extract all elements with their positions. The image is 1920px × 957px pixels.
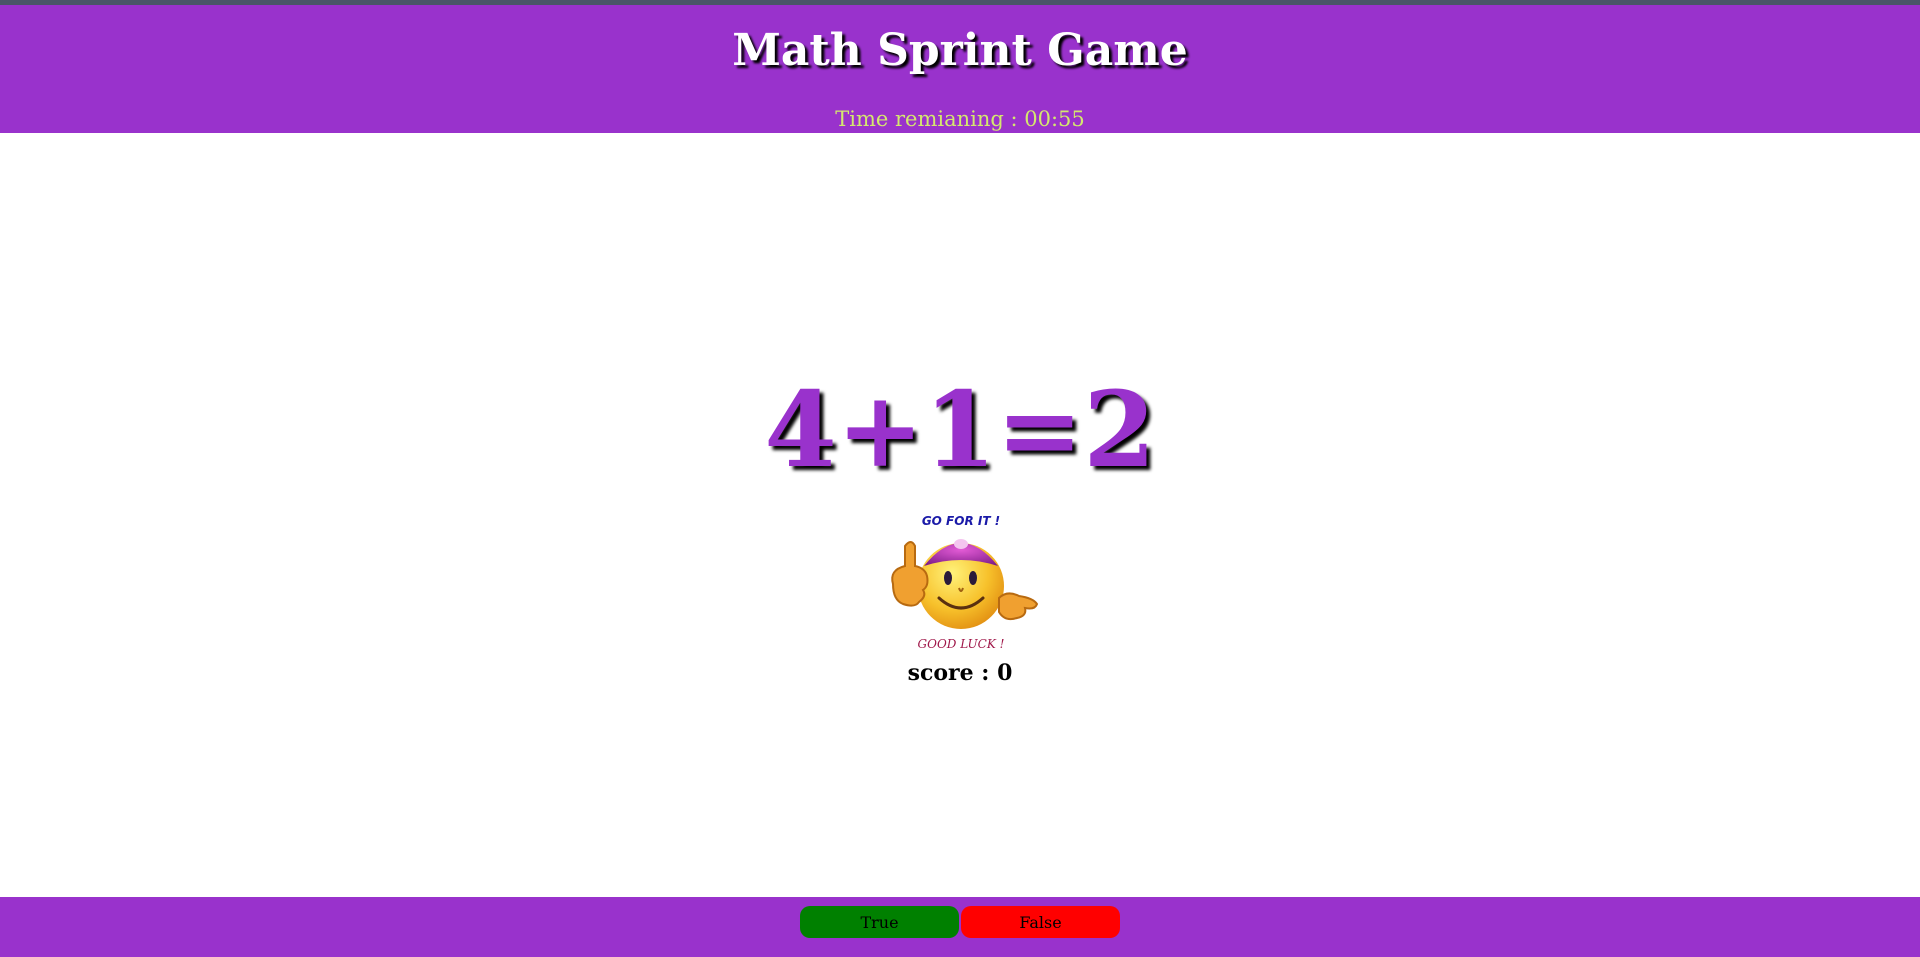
mascot-bottom-text: GOOD LUCK ! (918, 637, 1005, 651)
header-bar: Math Sprint Game Time remianing : 00:55 (0, 5, 1920, 133)
smiley-thumbs-up-icon: GO FOR IT ! GOOD LUCK ! (891, 514, 1039, 651)
false-button[interactable]: False (961, 906, 1120, 938)
equation-display: 4+1=2 (764, 368, 1156, 491)
page-title: Math Sprint Game (732, 25, 1188, 76)
mascot-top-text: GO FOR IT ! (922, 514, 1000, 528)
time-remaining: Time remianing : 00:55 (835, 107, 1085, 131)
true-button[interactable]: True (800, 906, 959, 938)
footer-bar: True False (0, 897, 1920, 957)
score-display: score : 0 (907, 660, 1013, 686)
